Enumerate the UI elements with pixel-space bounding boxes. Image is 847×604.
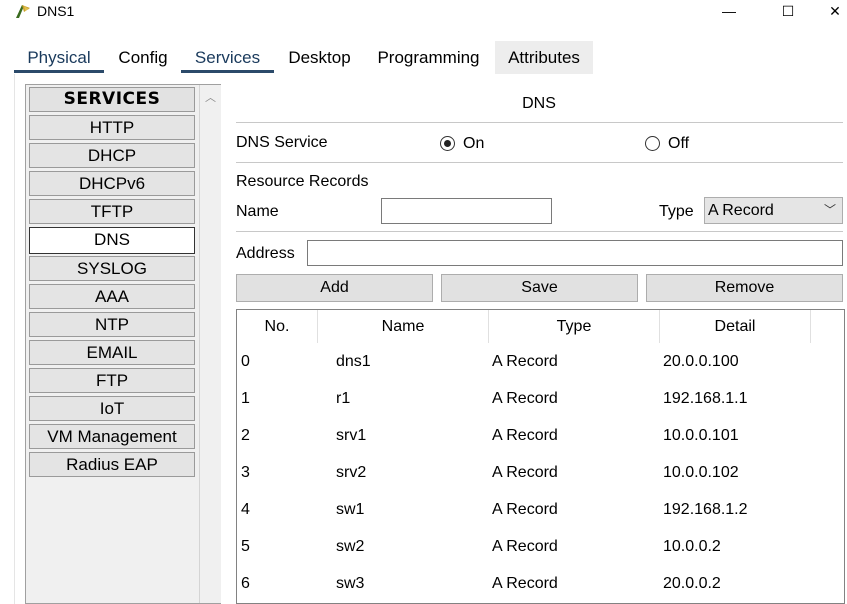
cell-detail: 10.0.0.101 xyxy=(663,427,739,444)
services-header: SERVICES xyxy=(29,87,195,112)
cell-detail: 10.0.0.102 xyxy=(663,464,739,481)
dns-service-label: DNS Service xyxy=(236,134,328,151)
cell-type: A Record xyxy=(492,538,558,555)
table-row[interactable]: 4 sw1 A Record 192.168.1.2 xyxy=(237,491,844,528)
address-label: Address xyxy=(236,245,295,262)
table-row[interactable]: 2 srv1 A Record 10.0.0.101 xyxy=(237,417,844,454)
cell-no: 0 xyxy=(241,353,250,370)
service-radius-eap[interactable]: Radius EAP xyxy=(29,452,195,477)
dns-off-label: Off xyxy=(668,135,690,152)
divider xyxy=(236,122,843,123)
dns-on-label: On xyxy=(463,135,485,152)
dns-off-radio[interactable] xyxy=(645,136,660,151)
service-ntp[interactable]: NTP xyxy=(29,312,195,337)
cell-type: A Record xyxy=(492,353,558,370)
add-button[interactable]: Add xyxy=(236,274,433,302)
column-header-detail[interactable]: Detail xyxy=(660,310,811,343)
save-button[interactable]: Save xyxy=(441,274,638,302)
table-row[interactable]: 1 r1 A Record 192.168.1.1 xyxy=(237,380,844,417)
cell-no: 1 xyxy=(241,390,250,407)
cell-no: 5 xyxy=(241,538,250,555)
cell-detail: 192.168.1.1 xyxy=(663,390,748,407)
scroll-up-icon[interactable]: ︿ xyxy=(205,89,216,105)
title-bar: DNS1 — ☐ ✕ xyxy=(0,0,847,24)
service-ftp[interactable]: FTP xyxy=(29,368,195,393)
records-table: No. Name Type Detail 0 dns1 A Record 20.… xyxy=(236,309,845,604)
cell-type: A Record xyxy=(492,501,558,518)
table-row[interactable]: 6 sw3 A Record 20.0.0.2 xyxy=(237,565,844,602)
cell-no: 6 xyxy=(241,575,250,592)
cell-detail: 192.168.1.2 xyxy=(663,501,748,518)
type-select-value: A Record xyxy=(708,202,774,219)
service-http[interactable]: HTTP xyxy=(29,115,195,140)
remove-button[interactable]: Remove xyxy=(646,274,843,302)
service-dhcpv6[interactable]: DHCPv6 xyxy=(29,171,195,196)
cell-name: srv1 xyxy=(336,427,367,444)
cell-type: A Record xyxy=(492,575,558,592)
cell-name: sw1 xyxy=(336,501,365,518)
left-edge xyxy=(14,74,20,604)
service-dhcp[interactable]: DHCP xyxy=(29,143,195,168)
address-input[interactable] xyxy=(307,240,843,266)
service-dns[interactable]: DNS xyxy=(29,227,195,254)
cell-no: 4 xyxy=(241,501,250,518)
cell-name: srv2 xyxy=(336,464,367,481)
column-header-name[interactable]: Name xyxy=(318,310,489,343)
table-row[interactable]: 0 dns1 A Record 20.0.0.100 xyxy=(237,343,844,380)
cell-type: A Record xyxy=(492,427,558,444)
cell-no: 2 xyxy=(241,427,250,444)
service-vm-management[interactable]: VM Management xyxy=(29,424,195,449)
window-title: DNS1 xyxy=(37,3,75,19)
cell-name: dns1 xyxy=(336,353,371,370)
services-list: SERVICES HTTP DHCP DHCPv6 TFTP DNS SYSLO… xyxy=(25,84,221,604)
app-icon xyxy=(16,5,30,18)
cell-detail: 20.0.0.100 xyxy=(663,353,739,370)
dns-title: DNS xyxy=(522,95,556,112)
tab-config[interactable]: Config xyxy=(108,41,178,74)
tab-programming[interactable]: Programming xyxy=(366,41,491,74)
service-aaa[interactable]: AAA xyxy=(29,284,195,309)
divider xyxy=(236,231,843,232)
type-label: Type xyxy=(659,203,694,220)
service-tftp[interactable]: TFTP xyxy=(29,199,195,224)
column-header-type[interactable]: Type xyxy=(489,310,660,343)
table-row[interactable]: 3 srv2 A Record 10.0.0.102 xyxy=(237,454,844,491)
cell-detail: 20.0.0.2 xyxy=(663,575,721,592)
column-header-no[interactable]: No. xyxy=(237,310,318,343)
cell-name: sw2 xyxy=(336,538,365,555)
chevron-down-icon: ﹀ xyxy=(823,203,836,217)
tab-services[interactable]: Services xyxy=(181,41,274,74)
minimize-button[interactable]: — xyxy=(706,0,752,24)
tab-desktop[interactable]: Desktop xyxy=(277,41,362,74)
services-panel: SERVICES HTTP DHCP DHCPv6 TFTP DNS SYSLO… xyxy=(0,74,847,604)
cell-name: sw3 xyxy=(336,575,365,592)
service-email[interactable]: EMAIL xyxy=(29,340,195,365)
services-scrollbar[interactable]: ︿ xyxy=(199,85,221,603)
name-label: Name xyxy=(236,203,279,220)
service-iot[interactable]: IoT xyxy=(29,396,195,421)
dns-on-radio[interactable] xyxy=(440,136,455,151)
cell-name: r1 xyxy=(336,390,351,407)
dns-config-pane: DNS DNS Service On Off Resource Records … xyxy=(221,74,847,604)
resource-records-label: Resource Records xyxy=(236,173,369,190)
tab-attributes[interactable]: Attributes xyxy=(495,41,593,74)
close-button[interactable]: ✕ xyxy=(820,0,847,24)
name-input[interactable] xyxy=(381,198,552,224)
maximize-button[interactable]: ☐ xyxy=(765,0,811,24)
cell-type: A Record xyxy=(492,464,558,481)
cell-no: 3 xyxy=(241,464,250,481)
service-syslog[interactable]: SYSLOG xyxy=(29,256,195,281)
cell-type: A Record xyxy=(492,390,558,407)
divider xyxy=(236,162,843,163)
cell-detail: 10.0.0.2 xyxy=(663,538,721,555)
tab-bar: Physical Config Services Desktop Program… xyxy=(0,38,847,74)
type-select[interactable]: A Record ﹀ xyxy=(704,197,843,224)
tab-physical[interactable]: Physical xyxy=(14,41,104,74)
table-row[interactable]: 5 sw2 A Record 10.0.0.2 xyxy=(237,528,844,565)
